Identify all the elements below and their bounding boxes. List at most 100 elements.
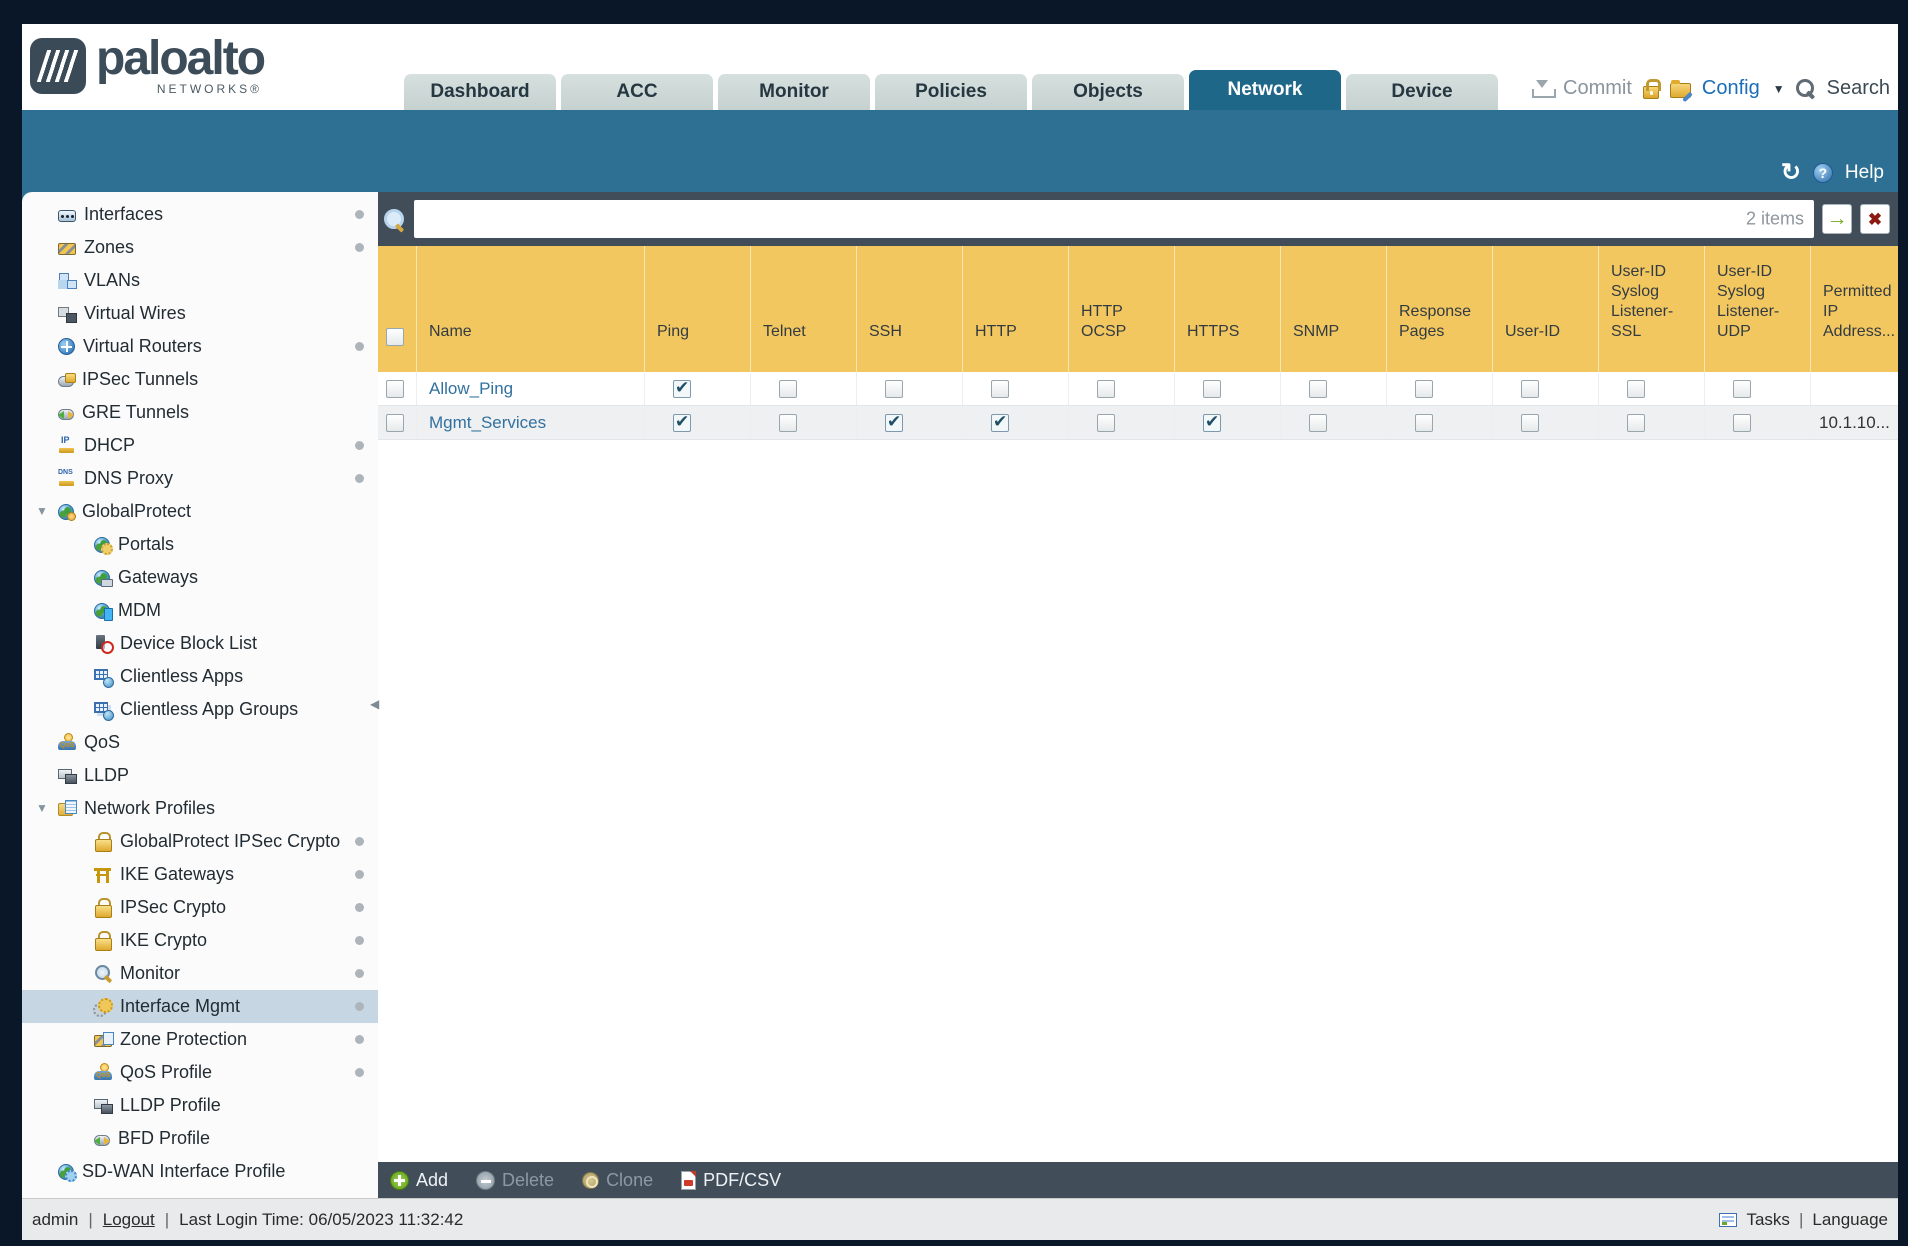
checked-checkbox[interactable] (991, 412, 1009, 432)
sidebar-item-portals[interactable]: Portals (22, 528, 378, 561)
sidebar-item-zones[interactable]: Zones (22, 231, 378, 264)
search-button[interactable]: Search (1827, 77, 1890, 100)
sidebar-item-bfd-profile[interactable]: BFD Profile (22, 1122, 378, 1155)
sidebar-item-globalprotect-ipsec-crypto[interactable]: GlobalProtect IPSec Crypto (22, 825, 378, 858)
column-header-ping[interactable]: Ping (644, 246, 750, 372)
unchecked-checkbox[interactable] (1733, 413, 1751, 432)
column-header-telnet[interactable]: Telnet (750, 246, 856, 372)
sidebar-item-dhcp[interactable]: DHCP (22, 429, 378, 462)
unchecked-checkbox[interactable] (1627, 379, 1645, 398)
column-header-http[interactable]: HTTP (962, 246, 1068, 372)
sidebar-item-ipsec-tunnels[interactable]: IPSec Tunnels (22, 363, 378, 396)
column-header-user-id[interactable]: User-ID (1492, 246, 1598, 372)
column-header-https[interactable]: HTTPS (1174, 246, 1280, 372)
sidebar-item-monitor[interactable]: Monitor (22, 957, 378, 990)
column-header-user-id-syslog-listener-ssl[interactable]: User-ID Syslog Listener-SSL (1598, 246, 1704, 372)
column-header-http-ocsp[interactable]: HTTP OCSP (1068, 246, 1174, 372)
unchecked-checkbox[interactable] (1203, 379, 1221, 398)
sidebar-item-clientless-app-groups[interactable]: Clientless App Groups (22, 693, 378, 726)
sidebar-item-ipsec-crypto[interactable]: IPSec Crypto (22, 891, 378, 924)
unchecked-checkbox[interactable] (1521, 379, 1539, 398)
tab-objects[interactable]: Objects (1032, 74, 1184, 110)
select-all-checkbox[interactable] (386, 328, 404, 346)
sidebar-item-sd-wan-interface-profile[interactable]: SD-WAN Interface Profile (22, 1155, 378, 1188)
column-header-ssh[interactable]: SSH (856, 246, 962, 372)
sidebar-item-ike-gateways[interactable]: IKE Gateways (22, 858, 378, 891)
unchecked-checkbox[interactable] (1521, 413, 1539, 432)
profile-name-link[interactable]: Mgmt_Services (429, 413, 546, 433)
sidebar-item-interfaces[interactable]: Interfaces (22, 198, 378, 231)
tab-network[interactable]: Network (1189, 70, 1341, 110)
tab-acc[interactable]: ACC (561, 74, 713, 110)
tab-policies[interactable]: Policies (875, 74, 1027, 110)
sidebar-item-mdm[interactable]: MDM (22, 594, 378, 627)
column-header-snmp[interactable]: SNMP (1280, 246, 1386, 372)
sidebar-collapse-icon[interactable]: ◀ (370, 697, 379, 711)
sidebar-item-interface-mgmt[interactable]: Interface Mgmt (22, 990, 378, 1023)
tab-device[interactable]: Device (1346, 74, 1498, 110)
sidebar-item-gateways[interactable]: Gateways (22, 561, 378, 594)
sidebar-item-qos[interactable]: QoS (22, 726, 378, 759)
apply-filter-button[interactable]: → (1822, 204, 1852, 234)
checked-checkbox[interactable] (673, 412, 691, 432)
sidebar-item-zone-protection[interactable]: Zone Protection (22, 1023, 378, 1056)
unchecked-checkbox[interactable] (779, 413, 797, 432)
row-checkbox[interactable] (386, 379, 404, 398)
tab-monitor[interactable]: Monitor (718, 74, 870, 110)
language-button[interactable]: Language (1812, 1210, 1888, 1230)
profile-name-link[interactable]: Allow_Ping (429, 379, 513, 399)
unchecked-checkbox[interactable] (991, 379, 1009, 398)
lock-icon[interactable] (1642, 78, 1661, 99)
sidebar-item-ike-crypto[interactable]: IKE Crypto (22, 924, 378, 957)
unchecked-checkbox[interactable] (1733, 379, 1751, 398)
sidebar-item-qos-profile[interactable]: QoS Profile (22, 1056, 378, 1089)
tasks-icon[interactable] (1719, 1212, 1738, 1227)
config-icon[interactable] (1669, 80, 1691, 98)
search-icon[interactable] (1795, 79, 1816, 98)
column-header-name[interactable]: Name (416, 246, 644, 372)
unchecked-checkbox[interactable] (1415, 413, 1433, 432)
pdf-csv-button[interactable]: PDF/CSV (681, 1170, 781, 1191)
checked-checkbox[interactable] (1203, 412, 1221, 432)
unchecked-checkbox[interactable] (1097, 379, 1115, 398)
unchecked-checkbox[interactable] (1415, 379, 1433, 398)
commit-button[interactable]: Commit (1563, 77, 1632, 100)
column-header-permitted-ip-address[interactable]: Permitted IP Address... (1810, 246, 1896, 372)
chevron-down-icon[interactable]: ▼ (1773, 82, 1785, 96)
commit-icon[interactable] (1532, 79, 1557, 98)
logout-link[interactable]: Logout (103, 1210, 155, 1230)
sidebar-item-dns-proxy[interactable]: DNS Proxy (22, 462, 378, 495)
clear-filter-button[interactable]: ✖ (1860, 204, 1890, 234)
sidebar-item-lldp-profile[interactable]: LLDP Profile (22, 1089, 378, 1122)
sidebar-item-lldp[interactable]: LLDP (22, 759, 378, 792)
unchecked-checkbox[interactable] (1309, 379, 1327, 398)
help-icon[interactable]: ? (1812, 163, 1833, 183)
unchecked-checkbox[interactable] (885, 379, 903, 398)
sidebar-item-clientless-apps[interactable]: Clientless Apps (22, 660, 378, 693)
unchecked-checkbox[interactable] (779, 379, 797, 398)
chevron-down-icon[interactable]: ▼ (36, 802, 48, 814)
sidebar-item-gre-tunnels[interactable]: GRE Tunnels (22, 396, 378, 429)
checked-checkbox[interactable] (885, 412, 903, 432)
column-header-response-pages[interactable]: Response Pages (1386, 246, 1492, 372)
sidebar-item-vlans[interactable]: VLANs (22, 264, 378, 297)
tasks-button[interactable]: Tasks (1746, 1210, 1789, 1230)
sidebar-item-device-block-list[interactable]: Device Block List (22, 627, 378, 660)
unchecked-checkbox[interactable] (1309, 413, 1327, 432)
help-link[interactable]: Help (1845, 162, 1884, 184)
chevron-down-icon[interactable]: ▼ (36, 505, 48, 517)
config-button[interactable]: Config (1702, 77, 1760, 100)
unchecked-checkbox[interactable] (1627, 413, 1645, 432)
filter-input[interactable] (414, 200, 1814, 238)
row-checkbox[interactable] (386, 413, 404, 432)
add-button[interactable]: Add (390, 1170, 448, 1191)
sidebar-item-network-profiles[interactable]: ▼ Network Profiles (22, 792, 378, 825)
sidebar-item-virtual-wires[interactable]: Virtual Wires (22, 297, 378, 330)
sidebar-item-virtual-routers[interactable]: Virtual Routers (22, 330, 378, 363)
column-header-user-id-syslog-listener-udp[interactable]: User-ID Syslog Listener-UDP (1704, 246, 1810, 372)
sidebar-item-globalprotect[interactable]: ▼ GlobalProtect (22, 495, 378, 528)
refresh-icon[interactable]: ↻ (1781, 161, 1801, 185)
unchecked-checkbox[interactable] (1097, 413, 1115, 432)
checked-checkbox[interactable] (673, 378, 691, 398)
tab-dashboard[interactable]: Dashboard (404, 74, 556, 110)
